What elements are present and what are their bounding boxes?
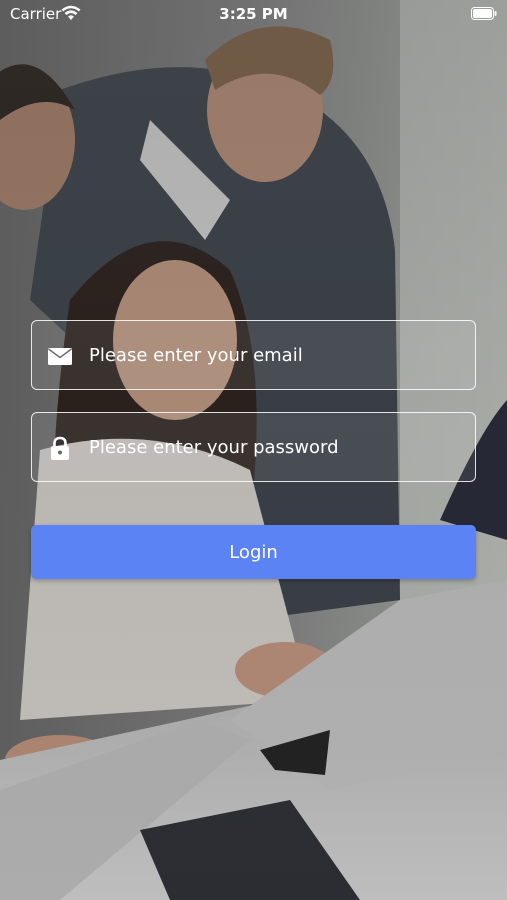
- password-input[interactable]: [89, 413, 459, 481]
- envelope-icon: [48, 348, 72, 365]
- login-button[interactable]: Login: [31, 525, 476, 579]
- battery-icon: [471, 7, 497, 20]
- email-field[interactable]: [31, 320, 476, 390]
- clock-label: 3:25 PM: [219, 5, 288, 23]
- login-screen: Carrier 3:25 PM Login: [0, 0, 507, 900]
- lock-icon: [51, 436, 69, 460]
- status-bar: Carrier 3:25 PM: [0, 0, 507, 28]
- email-input[interactable]: [89, 321, 459, 389]
- password-field[interactable]: [31, 412, 476, 482]
